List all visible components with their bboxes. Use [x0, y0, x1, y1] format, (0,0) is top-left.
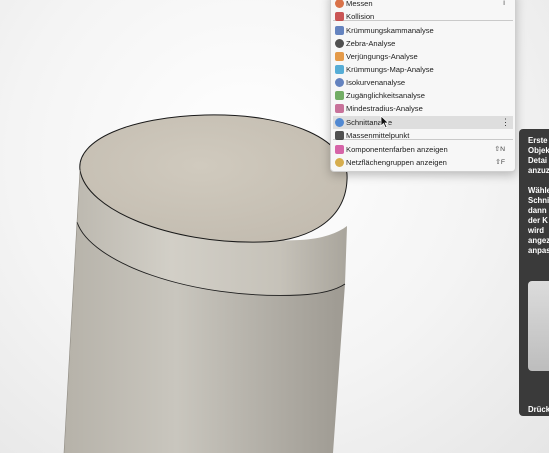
tooltip-text-line: wird: [528, 226, 545, 235]
tooltip-text-line: Detai: [528, 156, 548, 165]
menu-item-zugänglichkeitsanalyse[interactable]: Zugänglichkeitsanalyse: [333, 89, 513, 102]
isocurve-icon: [335, 78, 344, 87]
component-colors-icon: [335, 145, 344, 154]
menu-item-label: Zugänglichkeitsanalyse: [346, 91, 425, 100]
menu-item-netzflächengruppen-anzeigen[interactable]: Netzflächengruppen anzeigen ⇧F: [333, 156, 513, 169]
menu-item-label: Isokurvenanalyse: [346, 78, 406, 87]
tooltip-text-line: Schni: [528, 196, 549, 205]
menu-item-label: Komponentenfarben anzeigen: [346, 145, 448, 154]
accessibility-icon: [335, 91, 344, 100]
menu-item-shortcut: ⇧N: [494, 146, 505, 153]
menu-item-zebra-analyse[interactable]: Zebra-Analyse: [333, 37, 513, 50]
section-analysis-icon: [335, 118, 344, 127]
tooltip-panel: Erste Objek Detai anzuz Wähle Schni dann der Kw…: [519, 129, 549, 416]
tooltip-text-line: Erste: [528, 136, 548, 145]
mesh-face-groups-icon: [335, 158, 344, 167]
menu-item-label: Messen: [346, 0, 373, 8]
menu-item-label: Kollision: [346, 12, 375, 21]
tooltip-text-line: anzuz: [528, 166, 549, 175]
menu-item-krümmungskammanalyse[interactable]: Krümmungskammanalyse: [333, 24, 513, 37]
curvature-comb-icon: [335, 26, 344, 35]
zebra-icon: [335, 39, 344, 48]
menu-item-mindestradius-analyse[interactable]: Mindestradius-Analyse: [333, 102, 513, 115]
menu-item-label: Massenmittelpunkt: [346, 131, 410, 140]
menu-item-massenmittelpunkt[interactable]: Massenmittelpunkt: [333, 129, 513, 142]
tooltip-text-line: dann: [528, 206, 547, 215]
tooltip-text-line: anpas: [528, 246, 549, 255]
tooltip-text-line: Objek: [528, 146, 549, 155]
inspect-dropdown-menu: Messen I Kollision Krümmungskammanalyse Zebr…: [330, 0, 516, 172]
interference-icon: [335, 12, 344, 21]
tooltip-text-line: der K: [528, 216, 548, 225]
menu-item-schnittanalyse[interactable]: Schnittana e ⋮: [333, 116, 513, 129]
tooltip-footer: Drück: [528, 405, 549, 414]
menu-item-kollision[interactable]: Kollision: [333, 10, 513, 23]
menu-item-shortcut: ⇧F: [495, 159, 505, 166]
tooltip-text-line: angez: [528, 236, 549, 245]
menu-item-komponentenfarben-anzeigen[interactable]: Komponentenfarben anzeigen ⇧N: [333, 143, 513, 156]
menu-item-isokurvenanalyse[interactable]: Isokurvenanalyse: [333, 76, 513, 89]
menu-item-shortcut: I: [503, 0, 505, 7]
menu-item-messen[interactable]: Messen I: [333, 0, 513, 10]
min-radius-icon: [335, 104, 344, 113]
menu-item-label: Netzflächengruppen anzeigen: [346, 158, 447, 167]
draft-analysis-icon: [335, 52, 344, 61]
menu-item-label: Krümmungskammanalyse: [346, 26, 434, 35]
more-options-icon[interactable]: ⋮: [501, 116, 510, 129]
mouse-cursor-icon: [380, 115, 390, 129]
menu-item-krümmungs-map-analyse[interactable]: Krümmungs-Map-Analyse: [333, 63, 513, 76]
menu-item-verjüngungs-analyse[interactable]: Verjüngungs-Analyse: [333, 50, 513, 63]
center-of-mass-icon: [335, 131, 344, 140]
tooltip-text-line: Wähle: [528, 186, 549, 195]
ruler-icon: [335, 0, 344, 8]
curvature-map-icon: [335, 65, 344, 74]
menu-item-label: Zebra-Analyse: [346, 39, 396, 48]
tooltip-preview-image: [528, 281, 549, 371]
menu-item-label: Verjüngungs-Analyse: [346, 52, 418, 61]
menu-item-label: Mindestradius-Analyse: [346, 104, 423, 113]
menu-item-label: Krümmungs-Map-Analyse: [346, 65, 434, 74]
